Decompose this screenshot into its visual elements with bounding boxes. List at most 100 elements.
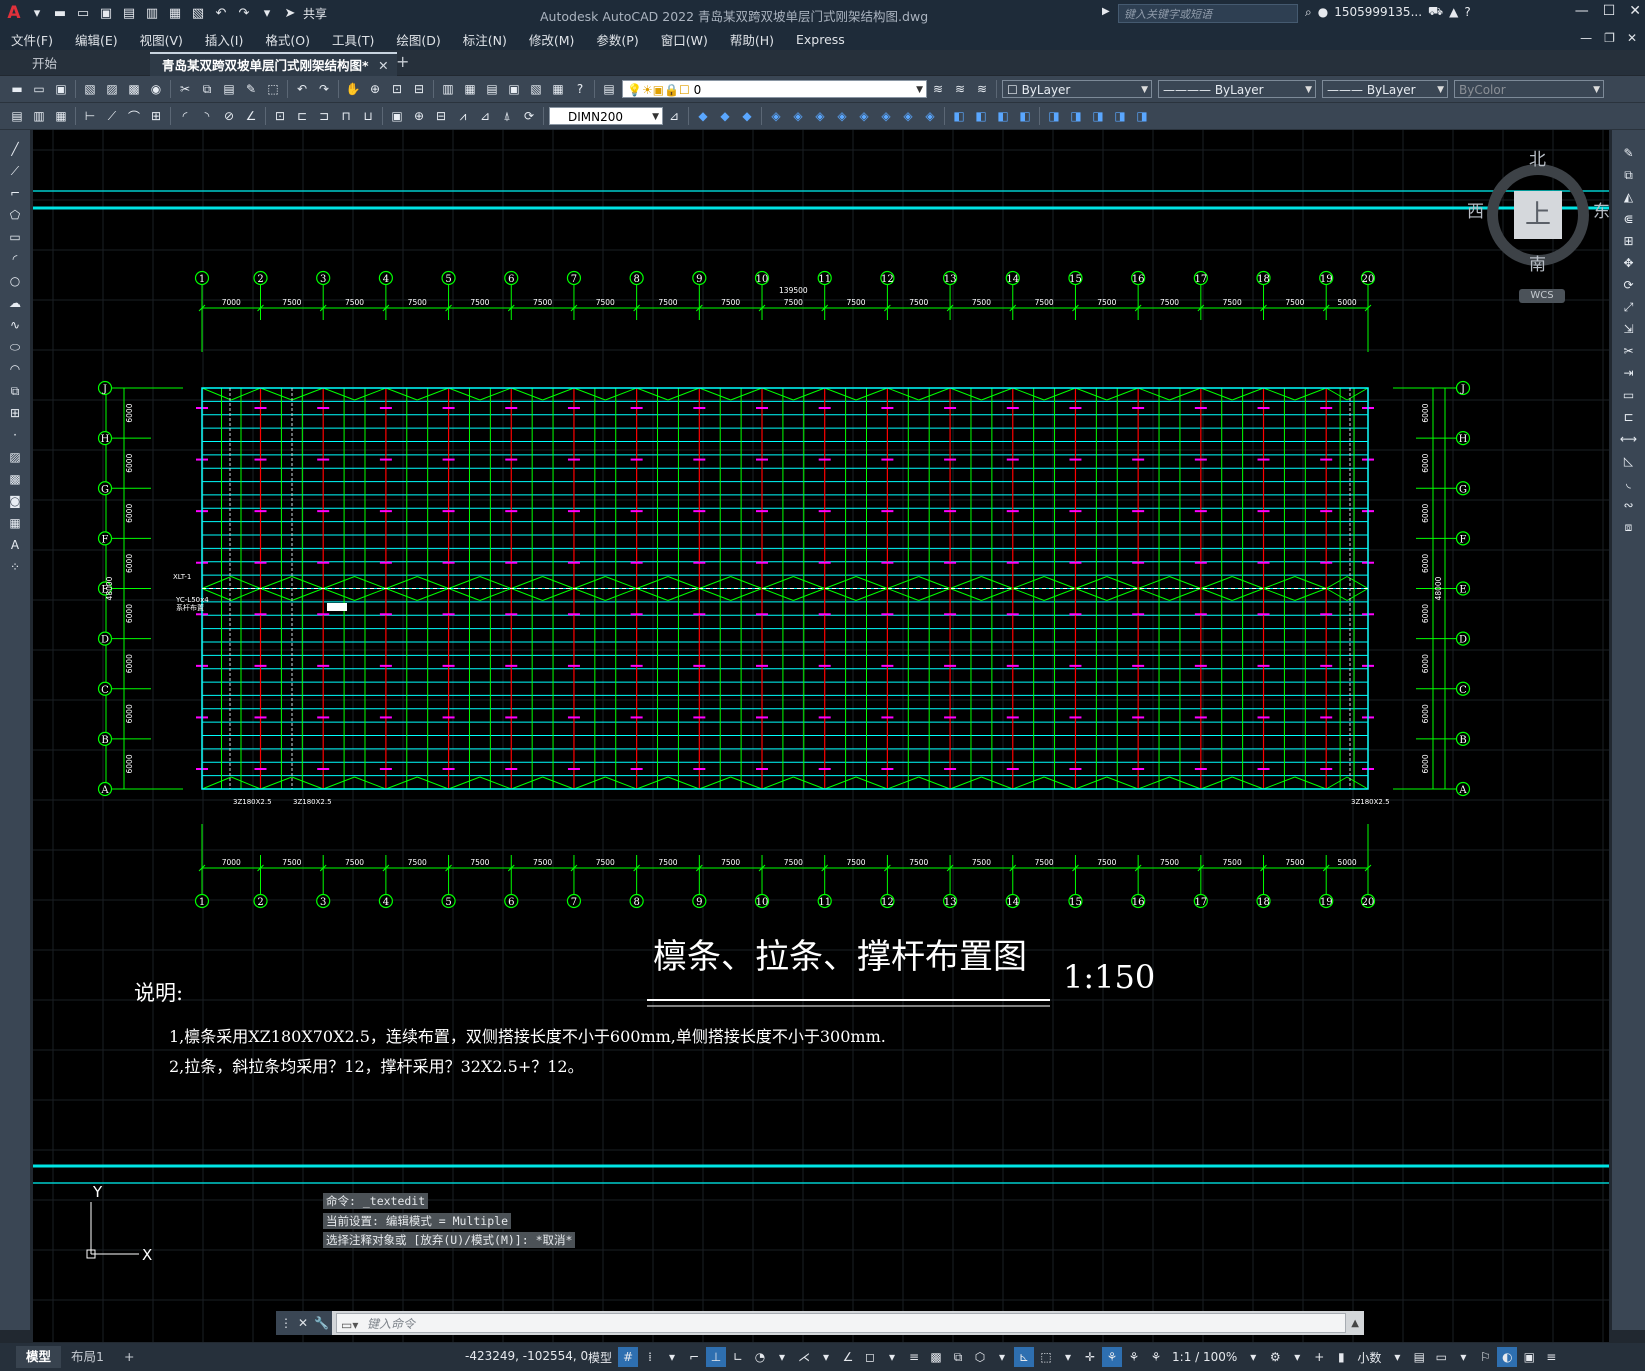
layer-tools-icon[interactable]: ▤ <box>7 106 27 126</box>
jogged-linear-icon[interactable]: ⩘ <box>453 106 473 126</box>
break-point-icon[interactable]: ▭ <box>1619 385 1639 405</box>
modify-rotate-icon[interactable]: ◈ <box>832 106 852 126</box>
3d-osnap-icon[interactable]: ⬡ <box>970 1347 990 1367</box>
erase-icon[interactable]: ✎ <box>1619 143 1639 163</box>
line-icon[interactable]: ╱ <box>5 139 25 159</box>
modify-offset-icon[interactable]: ◈ <box>766 106 786 126</box>
move-icon[interactable]: ✥ <box>1619 253 1639 273</box>
command-prompt-icon[interactable]: ▭▾ <box>341 1315 358 1335</box>
array-icon[interactable]: ⊞ <box>1619 231 1639 251</box>
export-icon[interactable]: ▦ <box>165 3 185 23</box>
zoom-realtime-icon[interactable]: ⊕ <box>365 79 385 99</box>
clean-screen-icon[interactable]: ▣ <box>1519 1347 1539 1367</box>
rotate-icon[interactable]: ⟳ <box>1619 275 1639 295</box>
isodraft-icon[interactable]: ⋌ <box>794 1347 814 1367</box>
stretch-icon[interactable]: ⇲ <box>1619 319 1639 339</box>
dynamic-input-icon[interactable]: ⊥ <box>706 1347 727 1367</box>
object-snap-dropdown-icon[interactable]: ▾ <box>882 1347 902 1367</box>
plotstyle-dropdown[interactable]: ByColor ▼ <box>1454 80 1604 98</box>
menu-file[interactable]: 文件(F) <box>0 30 64 49</box>
layer-dropdown[interactable]: 💡☀▣🔒☐ 0 ▼ <box>622 80 927 98</box>
modify-splinedit-icon[interactable]: ◨ <box>1110 106 1130 126</box>
open-icon[interactable]: ▭ <box>29 79 49 99</box>
tab-model[interactable]: 模型 <box>16 1346 62 1368</box>
dim-space-icon[interactable]: ⊓ <box>336 106 356 126</box>
viewcube-south[interactable]: 南 <box>1529 250 1546 275</box>
calculator-icon[interactable]: ▦ <box>548 79 568 99</box>
cursor-coordinates[interactable]: -423249, -102554, 0 <box>465 1349 588 1363</box>
dynamic-ucs-icon[interactable]: ⊾ <box>1014 1347 1035 1367</box>
command-close-icon[interactable]: ✕ <box>298 1316 308 1330</box>
note-line-1[interactable]: 1,檩条采用XZ180X70X2.5，连续布置，双侧搭接长度不小于600mm,单… <box>169 1027 886 1046</box>
saveas-icon[interactable]: ▤ <box>119 3 139 23</box>
inspection-icon[interactable]: ⊟ <box>431 106 451 126</box>
point-icon[interactable]: · <box>5 425 25 445</box>
maximize-icon[interactable]: ☐ <box>1603 3 1616 19</box>
menu-help[interactable]: 帮助(H) <box>719 30 785 49</box>
revcloud-icon[interactable]: ☁ <box>5 293 25 313</box>
workspace-dropdown-icon[interactable]: ▾ <box>1287 1347 1307 1367</box>
zoom-window-icon[interactable]: ⊡ <box>387 79 407 99</box>
infer-constraints-icon[interactable]: ⌐ <box>684 1347 704 1367</box>
viewcube-east[interactable]: 东 <box>1593 197 1610 222</box>
viewcube-top-face[interactable]: 上 <box>1514 191 1562 239</box>
modify-stretch-icon[interactable]: ◈ <box>876 106 896 126</box>
tab-close-icon[interactable]: ✕ <box>378 54 388 77</box>
add-layout-button[interactable]: + <box>114 1346 144 1368</box>
object-snap-tracking-icon[interactable]: ∠ <box>838 1347 858 1367</box>
3d-osnap-dropdown-icon[interactable]: ▾ <box>992 1347 1012 1367</box>
3dprint-icon[interactable]: ◉ <box>146 79 166 99</box>
block-editor-icon[interactable]: ⬚ <box>263 79 283 99</box>
customize-icon[interactable]: ▾ <box>257 3 277 23</box>
snap-dropdown-icon[interactable]: ▾ <box>662 1347 682 1367</box>
menu-modify[interactable]: 修改(M) <box>518 30 586 49</box>
mirror-icon[interactable]: ◭ <box>1619 187 1639 207</box>
modify-fillet-icon[interactable]: ◧ <box>1015 106 1035 126</box>
lock-ui-dropdown-icon[interactable]: ▾ <box>1453 1347 1473 1367</box>
doc-minimize-icon[interactable]: — <box>1580 31 1592 45</box>
minimize-icon[interactable]: — <box>1575 3 1589 19</box>
layer-match-icon[interactable]: ▥ <box>29 106 49 126</box>
annotation-scale-value[interactable]: 1:1 / 100% <box>1168 1350 1241 1364</box>
units-icon[interactable]: ▮ <box>1331 1347 1351 1367</box>
dim-jogged-icon[interactable]: ◝ <box>197 106 217 126</box>
scale-icon[interactable]: ⤢ <box>1619 297 1639 317</box>
search-input[interactable]: 键入关键字或短语 <box>1118 4 1298 23</box>
doc-restore-icon[interactable]: ❐ <box>1604 31 1615 45</box>
modify-move-icon[interactable]: ◈ <box>810 106 830 126</box>
trim-icon[interactable]: ✂ <box>1619 341 1639 361</box>
gradient-icon[interactable]: ▩ <box>5 469 25 489</box>
modify-blend-icon[interactable]: ◨ <box>1066 106 1086 126</box>
insert-block-icon[interactable]: ⧉ <box>5 381 25 401</box>
center-mark-icon[interactable]: ⊕ <box>409 106 429 126</box>
new-tab-button[interactable]: + <box>396 52 409 71</box>
fillet-icon[interactable]: ◟ <box>1619 473 1639 493</box>
quick-properties-icon[interactable]: ▤ <box>1409 1347 1429 1367</box>
menu-format[interactable]: 格式(O) <box>254 30 321 49</box>
transparency-icon[interactable]: ▩ <box>926 1347 946 1367</box>
doc-close-icon[interactable]: ✕ <box>1627 31 1637 45</box>
menu-draw[interactable]: 绘图(D) <box>385 30 451 49</box>
rectangle-icon[interactable]: ▭ <box>5 227 25 247</box>
copy-object-icon[interactable]: ⧉ <box>1619 165 1639 185</box>
matchprop-icon[interactable]: ✎ <box>241 79 261 99</box>
construction-line-icon[interactable]: ⟋ <box>5 161 25 181</box>
help-icon[interactable]: ? <box>1464 5 1470 19</box>
cart-icon[interactable]: ⛟ <box>1428 4 1443 20</box>
save-icon[interactable]: ▣ <box>96 3 116 23</box>
menu-tools[interactable]: 工具(T) <box>321 30 385 49</box>
search-expand-icon[interactable]: ▶ <box>1102 6 1110 17</box>
viewcube[interactable]: 北 南 西 东 上 WCS <box>1467 145 1621 315</box>
cut-icon[interactable]: ✂ <box>175 79 195 99</box>
modify-mirror-icon[interactable]: ◆ <box>737 106 757 126</box>
dim-aligned-icon[interactable]: ⟋ <box>102 106 122 126</box>
modify-break-icon[interactable]: ◧ <box>949 106 969 126</box>
user-icon[interactable]: ● <box>1318 5 1328 19</box>
wcs-menu[interactable]: WCS <box>1519 289 1565 303</box>
markup-icon[interactable]: ▧ <box>526 79 546 99</box>
qnew-icon[interactable]: ▬ <box>7 79 27 99</box>
modify-hatchedit-icon[interactable]: ◨ <box>1132 106 1152 126</box>
break-icon[interactable]: ⊏ <box>1619 407 1639 427</box>
tolerance-icon[interactable]: ▣ <box>387 106 407 126</box>
explode-icon[interactable]: ⧈ <box>1619 517 1639 537</box>
